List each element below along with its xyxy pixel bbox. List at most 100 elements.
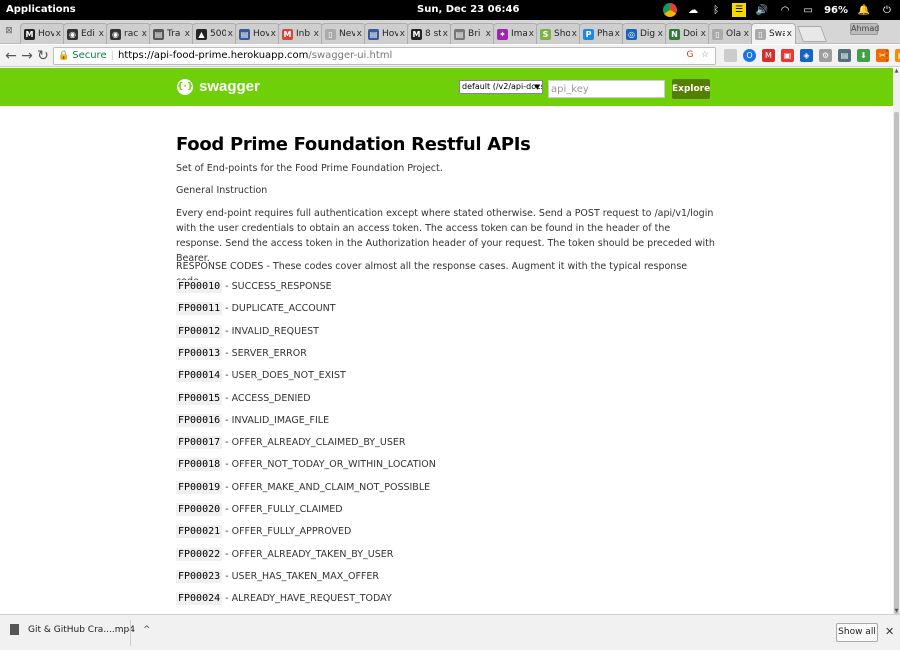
response-code: FP00013 <box>176 346 223 360</box>
chrome-tray-icon[interactable] <box>663 3 678 17</box>
extension-grey-icon[interactable] <box>724 49 737 62</box>
browser-tab[interactable]: ▤ Tra x <box>149 23 194 44</box>
reload-icon[interactable]: ↻ <box>34 47 52 65</box>
power-icon[interactable]: ⏻ <box>880 3 894 17</box>
system-clock[interactable]: Sun, Dec 23 06:46 <box>417 4 519 15</box>
scroll-up-icon[interactable]: ▲ <box>893 68 900 74</box>
api-description: Set of End-points for the Food Prime Fou… <box>176 163 443 174</box>
tab-label: Dig <box>640 29 656 39</box>
browser-tab[interactable]: ▤Hovx <box>364 23 409 44</box>
tab-close-icon[interactable]: x <box>271 29 276 39</box>
extension-red-icon[interactable]: M <box>762 49 775 62</box>
tab-close-icon[interactable]: x <box>99 29 104 39</box>
tab-label: 500 <box>210 29 226 39</box>
browser-tab[interactable]: ▲ 500 x <box>192 23 237 44</box>
tab-favicon-icon: ▯ <box>325 28 336 40</box>
tab-close-icon[interactable]: x <box>486 29 491 39</box>
notes-tray-icon[interactable]: ☰ <box>732 3 747 17</box>
tab-favicon-icon: ✦ <box>497 28 508 40</box>
tab-close-icon[interactable]: x <box>314 29 319 39</box>
extension-download-icon[interactable]: ⬇ <box>857 49 870 62</box>
tab-close-icon[interactable]: x <box>658 29 663 39</box>
tab-label: Hov <box>253 29 269 39</box>
volume-icon[interactable]: 🔊 <box>755 3 769 17</box>
extension-blue-circle-icon[interactable]: O <box>743 49 756 62</box>
tab-close-icon[interactable]: x <box>529 29 534 39</box>
response-code-description: - ALREADY_HAVE_REQUEST_TODAY <box>225 593 392 605</box>
browser-tab[interactable]: ◎ Dig x <box>622 23 667 44</box>
tab-close-icon[interactable]: x <box>787 29 792 39</box>
tab-close-icon[interactable]: x <box>572 29 577 39</box>
tab-list: MHovx◉Edix◉racx▤Trax▲500x▤HovxMInbx▯Nevx… <box>20 23 827 44</box>
tab-scroll-left-icon[interactable]: ⊠ <box>2 24 16 38</box>
response-code-description: - OFFER_FULLY_CLAIMED <box>225 504 343 515</box>
tab-close-icon[interactable]: x <box>443 29 448 39</box>
new-tab-button[interactable] <box>797 26 827 42</box>
browser-tab[interactable]: ▤ Bri x <box>450 23 495 44</box>
browser-tab[interactable]: ▯Nevx <box>321 23 366 44</box>
browser-tab[interactable]: ◉ rac x <box>106 23 151 44</box>
tab-close-icon[interactable]: x <box>615 29 620 39</box>
close-icon[interactable]: ✕ <box>885 625 894 638</box>
swagger-logo[interactable]: {·} swagger <box>177 78 260 95</box>
tab-label: Hov <box>382 29 398 39</box>
tab-label: 8 st <box>425 29 441 39</box>
tab-close-icon[interactable]: x <box>228 29 233 39</box>
browser-tab[interactable]: ◉ Edi x <box>63 23 108 44</box>
url-separator: | <box>110 50 114 61</box>
response-code: FP00010 <box>176 280 223 293</box>
page-scrollbar[interactable]: ▲ ▼ <box>893 68 900 614</box>
browser-tab[interactable]: ▯ Ola x <box>708 23 753 44</box>
api-key-input[interactable] <box>548 80 665 98</box>
response-code-description: - SUCCESS_RESPONSE <box>225 281 332 292</box>
site-extension-icon[interactable]: G <box>684 49 696 61</box>
extension-shield-icon[interactable]: ◈ <box>800 49 813 62</box>
browser-tab[interactable]: M Inb x <box>278 23 323 44</box>
lock-icon[interactable]: 🔒 <box>58 48 69 64</box>
notification-bell-icon[interactable]: 🔔 <box>857 3 871 17</box>
browser-menu-icon[interactable]: ⋮ <box>880 47 894 65</box>
scrollbar-thumb[interactable] <box>894 112 899 614</box>
response-code-row: FP00018- OFFER_NOT_TODAY_OR_WITHIN_LOCAT… <box>176 458 436 472</box>
spec-select[interactable]: default (/v2/api-docs) ▼ <box>459 80 543 94</box>
browser-tab[interactable]: P Pha x <box>579 23 624 44</box>
main-content: Food Prime Foundation Restful APIs Set o… <box>0 106 893 614</box>
browser-tab[interactable]: ✦ Ima x <box>493 23 538 44</box>
chevron-up-icon[interactable]: ^ <box>143 625 151 635</box>
browser-tab[interactable]: M8 st x <box>407 23 452 44</box>
explore-button[interactable]: Explore <box>672 79 710 99</box>
extension-settings-icon[interactable]: ⚙ <box>819 49 832 62</box>
tab-close-icon[interactable]: x <box>142 29 147 39</box>
bluetooth-tray-icon[interactable]: ᛒ <box>709 3 723 17</box>
tab-favicon-icon: ◎ <box>626 28 637 40</box>
extension-pdf-icon[interactable]: ▣ <box>781 49 794 62</box>
applications-menu[interactable]: Applications <box>6 4 76 15</box>
response-code-description: - ACCESS_DENIED <box>225 392 311 404</box>
address-bar[interactable]: 🔒 Secure | https://api-food-prime.heroku… <box>53 47 716 65</box>
spec-select-value: default (/v2/api-docs) <box>462 82 543 91</box>
tab-close-icon[interactable]: x <box>357 29 362 39</box>
tab-label: rac <box>124 29 139 39</box>
tab-close-icon[interactable]: x <box>701 29 706 39</box>
tab-close-icon[interactable]: x <box>56 29 61 39</box>
extension-tools-icon[interactable]: ▤ <box>838 49 851 62</box>
show-all-button[interactable]: Show all <box>836 623 878 642</box>
profile-button[interactable]: Ahmad <box>850 23 879 35</box>
response-code-description: - DUPLICATE_ACCOUNT <box>225 303 336 315</box>
battery-icon[interactable]: ▭ <box>801 3 815 17</box>
browser-tab[interactable]: N Doi x <box>665 23 710 44</box>
browser-tab[interactable]: S Sho x <box>536 23 581 44</box>
wifi-icon[interactable]: ◠ <box>778 3 792 17</box>
secure-label: Secure <box>72 50 107 61</box>
browser-tab[interactable]: ▯Swax <box>751 23 796 44</box>
extension-box-icon[interactable]: ▣ <box>895 49 900 62</box>
cloud-tray-icon[interactable]: ☁ <box>686 3 700 17</box>
instructions-paragraph: Every end-point requires full authentica… <box>176 208 715 264</box>
tab-close-icon[interactable]: x <box>400 29 405 39</box>
browser-tab[interactable]: MHovx <box>20 23 65 44</box>
browser-tab[interactable]: ▤Hovx <box>235 23 280 44</box>
tab-close-icon[interactable]: x <box>185 29 190 39</box>
download-filename: Git & GitHub Cra....mp4 <box>28 624 135 635</box>
bookmark-star-icon[interactable]: ☆ <box>699 49 711 61</box>
tab-close-icon[interactable]: x <box>744 29 749 39</box>
